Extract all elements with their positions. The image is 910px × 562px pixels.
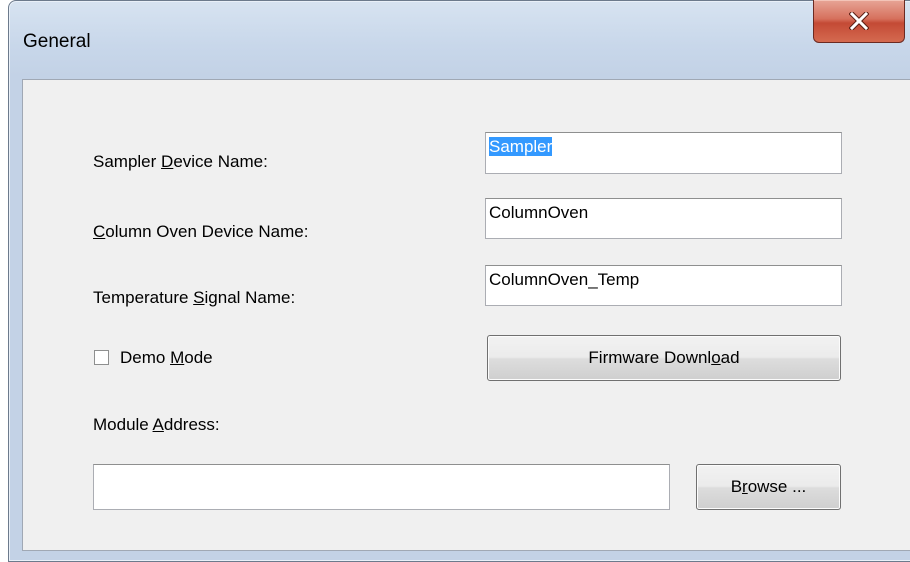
browse-button[interactable]: Browse ... bbox=[696, 464, 841, 510]
sampler-device-name-label: Sampler Device Name: bbox=[93, 152, 268, 171]
column-oven-device-name-label: Column Oven Device Name: bbox=[93, 222, 309, 241]
close-button[interactable] bbox=[813, 0, 905, 43]
temperature-signal-name-label: Temperature Signal Name: bbox=[93, 288, 296, 307]
module-address-input[interactable] bbox=[93, 464, 670, 510]
column-oven-device-name-value: ColumnOven bbox=[489, 203, 589, 222]
dialog-window: General Sampler Device Name: Sampler Col… bbox=[8, 0, 910, 562]
dialog-client-area: Sampler Device Name: Sampler Column Oven… bbox=[22, 79, 910, 551]
window-title: General bbox=[23, 31, 91, 52]
close-icon bbox=[849, 12, 869, 30]
module-address-label: Module Address: bbox=[93, 415, 220, 434]
temperature-signal-name-value: ColumnOven_Temp bbox=[489, 270, 640, 289]
column-oven-device-name-input[interactable]: ColumnOven bbox=[485, 198, 842, 239]
demo-mode-checkbox[interactable] bbox=[94, 350, 109, 365]
firmware-download-button[interactable]: Firmware Download bbox=[487, 335, 841, 381]
temperature-signal-name-input[interactable]: ColumnOven_Temp bbox=[485, 265, 842, 306]
sampler-device-name-value: Sampler bbox=[489, 137, 553, 156]
title-bar[interactable]: General bbox=[9, 0, 910, 79]
sampler-device-name-input[interactable]: Sampler bbox=[485, 132, 842, 174]
demo-mode-label[interactable]: Demo Mode bbox=[120, 348, 213, 368]
